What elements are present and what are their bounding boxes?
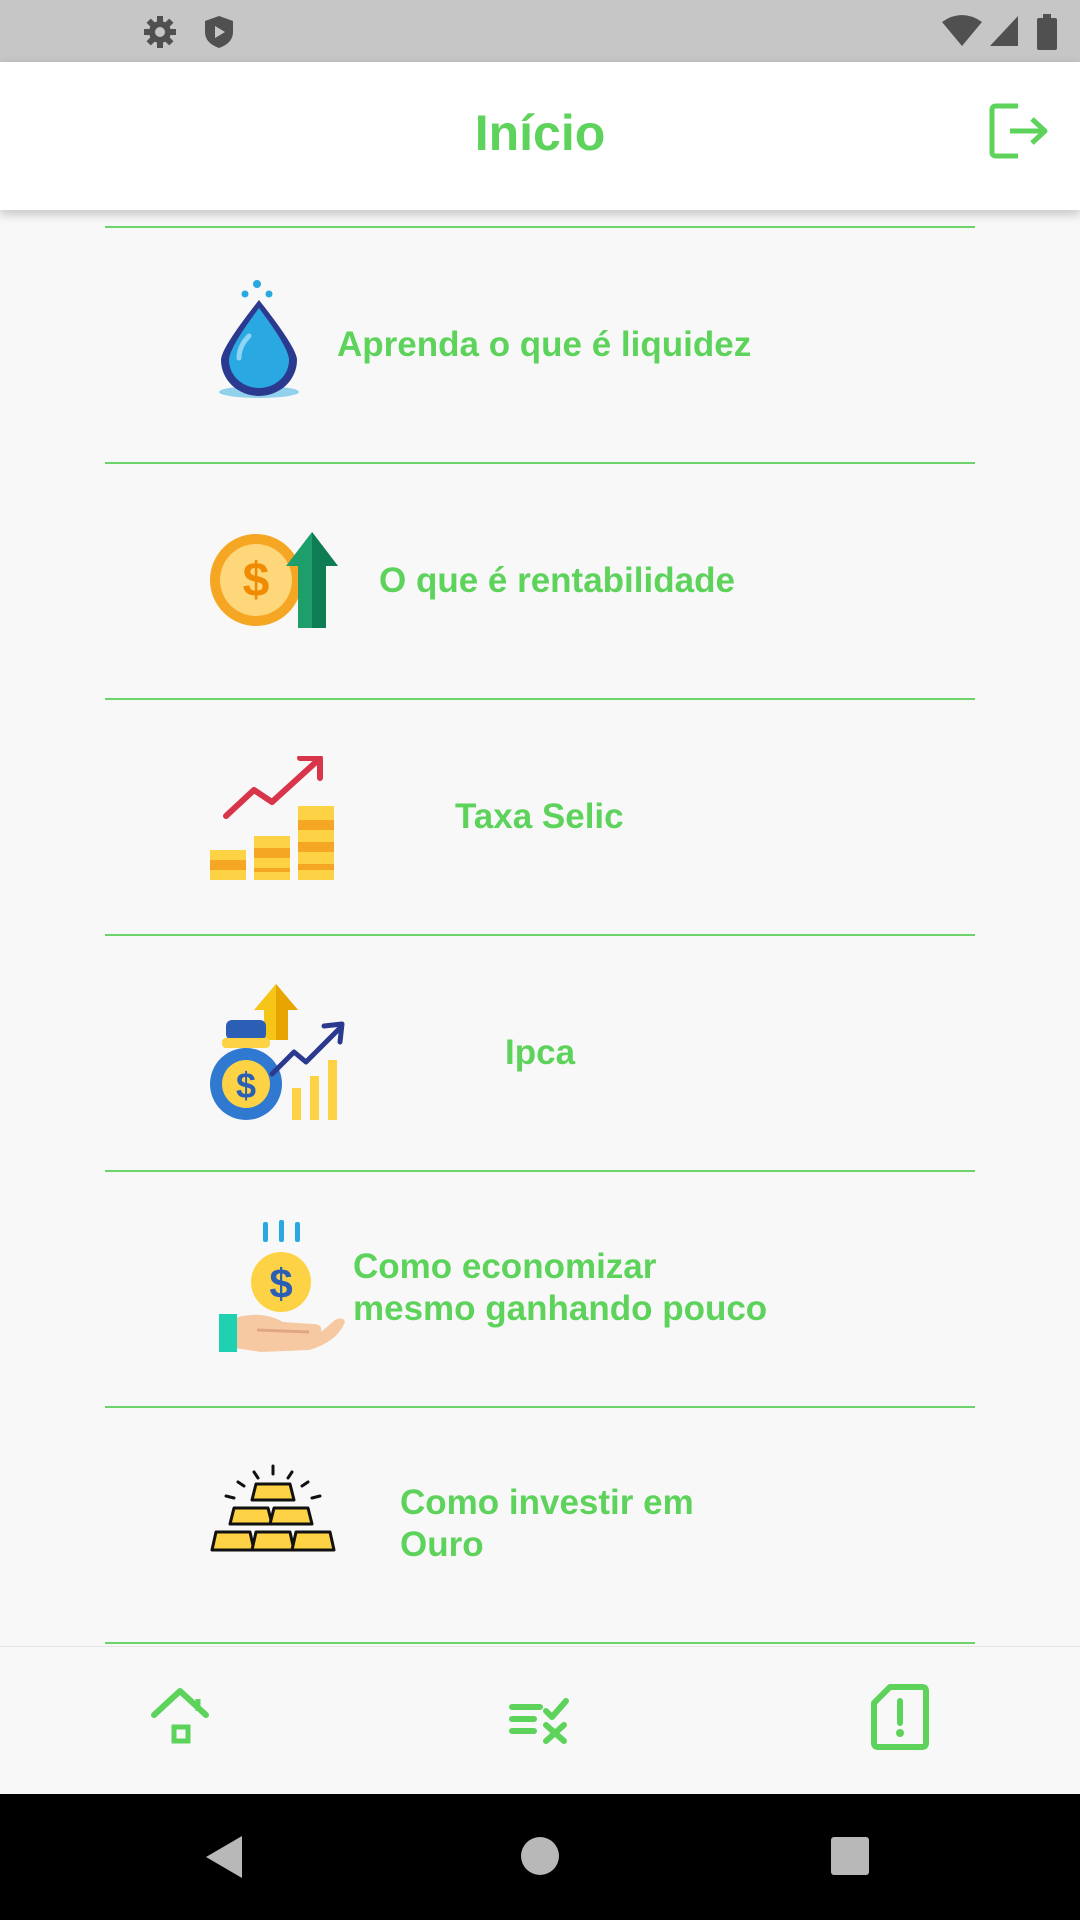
topic-label: O que é rentabilidade xyxy=(379,561,735,600)
water-drop-icon xyxy=(219,280,299,398)
settings-icon xyxy=(144,16,176,48)
back-icon[interactable] xyxy=(204,1834,244,1880)
topic-ipca[interactable]: $ Ipca xyxy=(105,936,975,1170)
topic-economizar[interactable]: $ Como economizar mesmo ganhando pouco xyxy=(105,1172,975,1406)
svg-text:$: $ xyxy=(243,554,270,607)
recents-icon[interactable] xyxy=(830,1836,870,1876)
logout-icon[interactable] xyxy=(988,100,1050,162)
home-icon[interactable] xyxy=(140,1677,220,1757)
topics-list[interactable]: Aprenda o que é liquidez $ O que é renta… xyxy=(0,210,1080,1646)
topic-label: Como economizar mesmo ganhando pouco xyxy=(353,1247,768,1328)
svg-text:$: $ xyxy=(236,1065,256,1106)
topic-label: Como investir em Ouro xyxy=(400,1483,694,1564)
topic-liquidez[interactable]: Aprenda o que é liquidez xyxy=(105,228,975,462)
hand-coin-icon: $ xyxy=(219,1220,345,1352)
battery-icon xyxy=(1037,14,1057,50)
money-bag-chart-icon: $ xyxy=(210,984,345,1120)
checklist-icon[interactable] xyxy=(500,1677,580,1757)
report-icon[interactable] xyxy=(860,1677,940,1757)
topic-selic[interactable]: Taxa Selic xyxy=(105,700,975,934)
gold-bars-icon xyxy=(210,1464,336,1552)
shield-icon xyxy=(205,16,233,48)
status-bar xyxy=(0,0,1080,62)
coin-arrow-up-icon: $ xyxy=(210,532,338,628)
system-navigation-bar xyxy=(0,1794,1080,1920)
signal-icon xyxy=(990,16,1018,46)
topic-label: Taxa Selic xyxy=(455,797,624,836)
page-title: Início xyxy=(474,105,606,161)
bottom-navigation xyxy=(0,1646,1080,1795)
topic-label: Ipca xyxy=(505,1033,576,1072)
divider xyxy=(105,1642,975,1644)
topic-ouro[interactable]: Como investir em Ouro xyxy=(105,1408,975,1642)
svg-text:$: $ xyxy=(269,1260,292,1307)
topic-rentabilidade[interactable]: $ O que é rentabilidade xyxy=(105,464,975,698)
growth-chart-icon xyxy=(210,756,334,880)
wifi-icon xyxy=(942,15,982,46)
home-circle-icon[interactable] xyxy=(520,1836,560,1876)
app-bar: Início xyxy=(0,62,1080,210)
topic-label: Aprenda o que é liquidez xyxy=(337,325,752,364)
